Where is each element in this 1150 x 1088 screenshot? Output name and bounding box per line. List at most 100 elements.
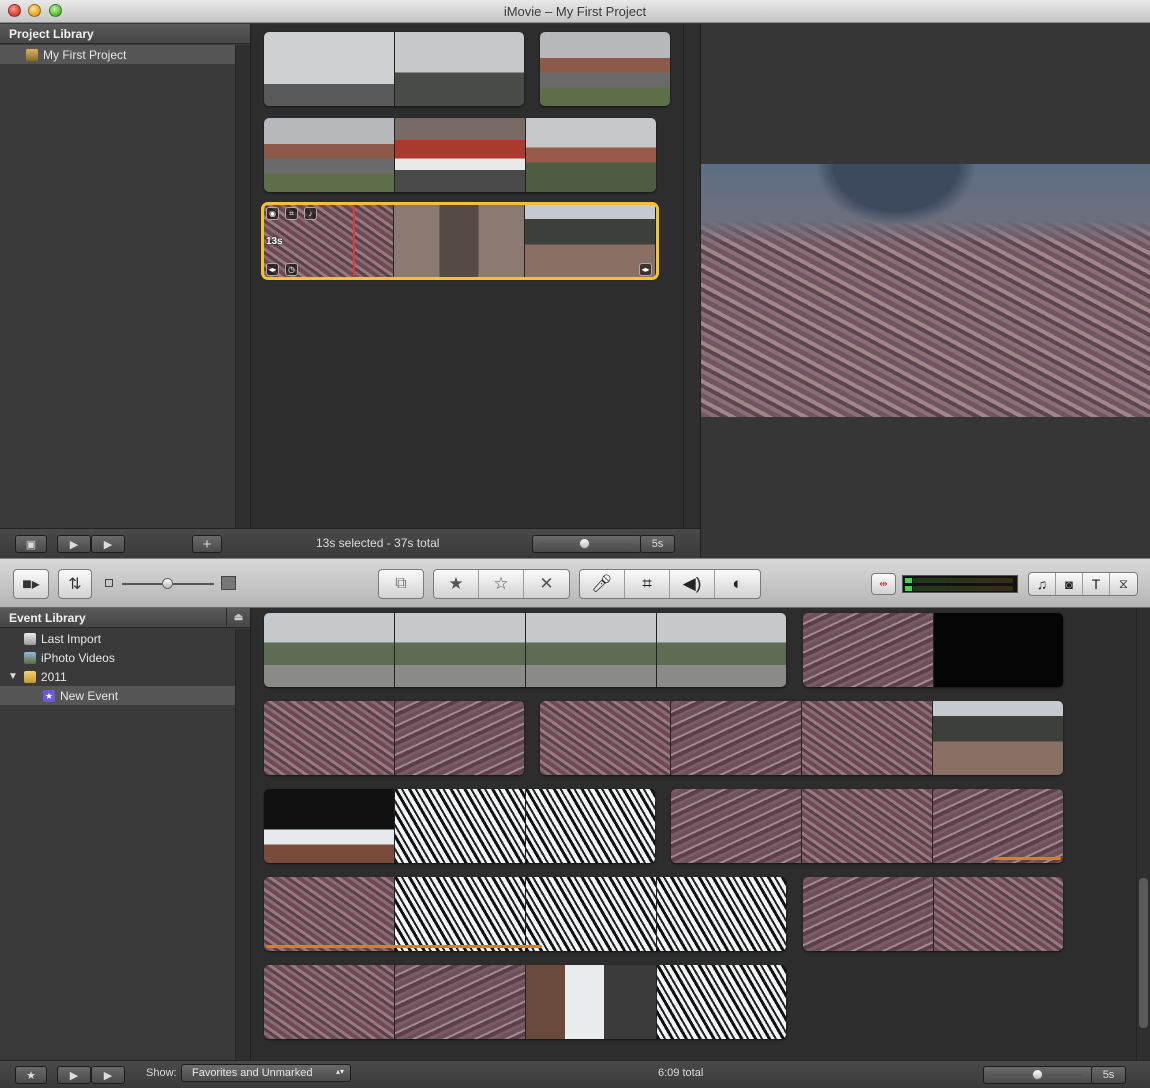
audio-adjust-icon[interactable]: ◀): [670, 570, 715, 598]
event-item-label: iPhoto Videos: [41, 650, 115, 665]
clip-frame: [395, 613, 526, 687]
meter-right-track: [913, 586, 1013, 591]
clip-frame: [526, 613, 657, 687]
clip-frame: [395, 965, 526, 1039]
clock-icon[interactable]: ◷: [285, 263, 298, 276]
camera-icon[interactable]: ■▸: [13, 569, 49, 599]
zoom-knob[interactable]: [579, 538, 590, 549]
event-scrollbar-thumb[interactable]: [1139, 878, 1148, 1028]
clip-frame: [395, 877, 526, 951]
star-event-icon: ★: [43, 689, 55, 702]
event-item-new-event[interactable]: ★ New Event: [0, 686, 235, 705]
favorite-icon[interactable]: ★: [434, 570, 479, 598]
voiceover-icon[interactable]: 🎤︎: [580, 570, 625, 598]
event-zoom-label: 5s: [1091, 1066, 1126, 1084]
project-clip[interactable]: [540, 32, 670, 106]
clip-frame: [526, 118, 656, 192]
event-clip[interactable]: [264, 701, 524, 775]
add-to-project-icon[interactable]: ⧉: [378, 569, 424, 599]
clip-adjust-icon[interactable]: ◉: [266, 207, 279, 220]
clip-audio-icon[interactable]: ♪: [304, 207, 317, 220]
unfavorite-icon[interactable]: ☆: [479, 570, 524, 598]
clip-frame: [657, 877, 786, 951]
project-clip[interactable]: [264, 32, 524, 106]
color-adjust-icon[interactable]: ◐: [715, 570, 760, 598]
event-clip[interactable]: [540, 701, 1063, 775]
clip-frame: [395, 32, 524, 106]
event-library-title: Event Library: [9, 611, 86, 625]
swap-icon[interactable]: ⇅: [58, 569, 92, 599]
thumbnail-size-knob[interactable]: [162, 578, 173, 589]
clip-frame: [671, 701, 802, 775]
event-browser-scrollbar[interactable]: [1136, 608, 1150, 1060]
project-item-label: My First Project: [43, 47, 127, 62]
show-filter-select[interactable]: Favorites and Unmarked ▴▾: [181, 1064, 351, 1082]
project-clip-selected[interactable]: [261, 202, 659, 280]
small-thumb-icon: [105, 579, 113, 587]
event-clip[interactable]: [671, 789, 1063, 863]
project-list: My First Project: [0, 45, 235, 528]
transition-end-icon[interactable]: ◂▸: [639, 263, 652, 276]
project-library-scrollbar[interactable]: [235, 45, 250, 528]
clip-frame: [394, 204, 525, 278]
event-clip[interactable]: [264, 789, 655, 863]
clip-frame: [802, 789, 933, 863]
event-clip[interactable]: [264, 613, 786, 687]
transition-icon[interactable]: ⧖: [1110, 573, 1137, 595]
play-icon[interactable]: ▶: [91, 535, 125, 553]
play-fullscreen-icon[interactable]: ▶: [57, 535, 91, 553]
title-icon[interactable]: T: [1083, 573, 1110, 595]
clip-crop-icon[interactable]: ⌗: [285, 207, 298, 220]
meter-left-level: [905, 578, 912, 583]
clip-frame: [264, 789, 395, 863]
event-library-scrollbar[interactable]: [235, 629, 250, 1060]
event-play-fullscreen-icon[interactable]: ▶: [57, 1066, 91, 1084]
clip-frame: [540, 32, 670, 106]
event-item-label: 2011: [40, 669, 67, 684]
clip-frame: [526, 965, 657, 1039]
waveform-toggle-icon[interactable]: ⇹: [871, 573, 896, 595]
clip-frame: [803, 877, 934, 951]
new-project-icon[interactable]: ▣: [15, 535, 47, 553]
project-zoom-slider[interactable]: [532, 535, 642, 553]
rating-controls: ★ ☆ ✕: [433, 569, 570, 599]
clip-frame: [395, 789, 526, 863]
show-label: Show:: [146, 1067, 177, 1079]
clip-frame: [264, 701, 395, 775]
add-icon[interactable]: +: [192, 535, 222, 553]
clip-frame: [540, 701, 671, 775]
project-item[interactable]: My First Project: [0, 45, 235, 64]
project-clip[interactable]: [264, 118, 656, 192]
meter-right-level: [905, 586, 912, 591]
crop-icon[interactable]: ⌗: [625, 570, 670, 598]
photo-icon[interactable]: ◙: [1056, 573, 1083, 595]
viewer-preview[interactable]: [701, 164, 1150, 417]
disclosure-triangle-icon[interactable]: ▼: [8, 671, 18, 682]
event-play-icon[interactable]: ▶: [91, 1066, 125, 1084]
event-clip[interactable]: [803, 877, 1063, 951]
select-arrows-icon: ▴▾: [335, 1067, 344, 1076]
clip-frame: [934, 877, 1063, 951]
meter-left-track: [913, 578, 1013, 583]
clip-frame: [934, 613, 1063, 687]
event-zoom-slider[interactable]: [983, 1066, 1093, 1084]
event-item-last-import[interactable]: Last Import: [0, 629, 235, 648]
eject-icon[interactable]: ⏏: [226, 608, 250, 628]
window-title: iMovie – My First Project: [503, 4, 647, 19]
event-item-2011[interactable]: ▼ 2011: [0, 667, 235, 686]
playhead: [353, 206, 355, 276]
project-browser-scrollbar[interactable]: [683, 24, 700, 528]
reject-icon[interactable]: ✕: [524, 570, 569, 598]
viewer-pane: [700, 24, 1150, 558]
event-clip[interactable]: [264, 877, 786, 951]
clip-frame: [525, 204, 656, 278]
transition-start-icon[interactable]: ◂▸: [266, 263, 279, 276]
event-clip[interactable]: [803, 613, 1063, 687]
event-clip[interactable]: [264, 965, 786, 1039]
new-event-icon[interactable]: ★: [15, 1066, 47, 1084]
event-item-iphoto[interactable]: iPhoto Videos: [0, 648, 235, 667]
music-icon[interactable]: ♫: [1029, 573, 1056, 595]
main-toolbar: ■▸ ⇅ ⧉ ★ ☆ ✕ 🎤︎ ⌗ ◀) ◐ ⇹ ♫ ◙ T ⧖: [0, 558, 1150, 608]
zoom-knob[interactable]: [1032, 1069, 1043, 1080]
title-bar: iMovie – My First Project: [0, 0, 1150, 23]
